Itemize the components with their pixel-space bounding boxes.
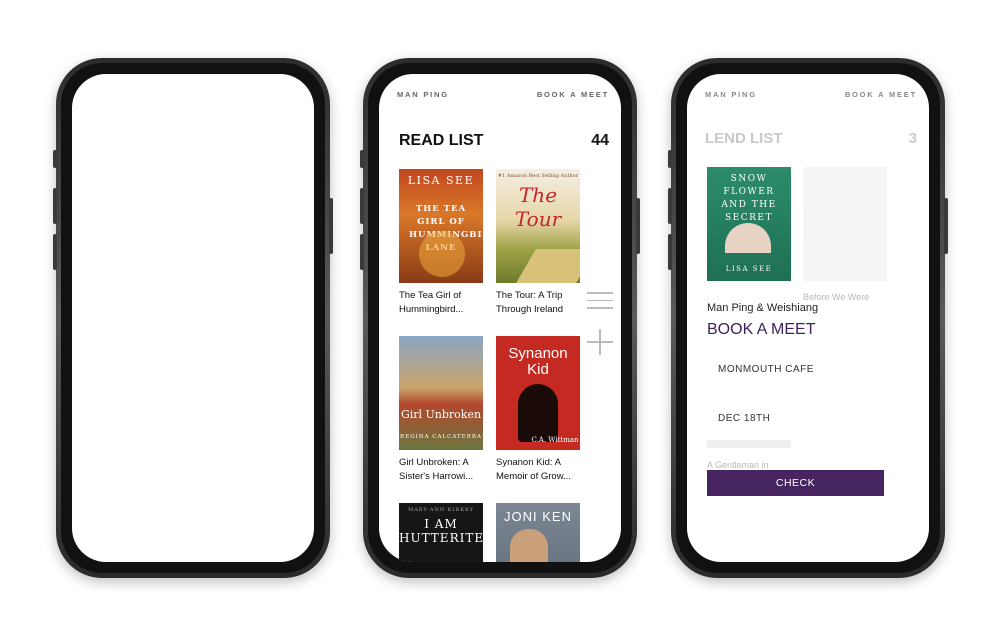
volume-up-button — [668, 188, 672, 224]
cover-title: The Tour — [514, 183, 562, 231]
read-count: 43 — [211, 288, 229, 305]
user-name: MAN PING — [155, 338, 231, 350]
book-item[interactable]: LISA SEE THE TEA GIRL OF HUMMINGBIRD LAN… — [399, 169, 483, 317]
mute-switch — [360, 150, 364, 168]
book-item[interactable]: Girl Unbroken REGINA CALCATERRA Girl Unb… — [399, 336, 483, 484]
phone-frame-welcome: BOOK A MEET 24 LEND 43 READ MAN PING Ent… — [53, 58, 333, 578]
book-title-line: Memoir of Grow... — [496, 471, 571, 482]
book-cover: LISA SEE THE TEA GIRL OF HUMMINGBIRD LAN… — [399, 169, 483, 283]
lend-count: 24 — [157, 288, 174, 305]
add-plus-icon[interactable] — [587, 329, 613, 355]
cover-silhouette — [518, 384, 558, 442]
volume-down-button — [53, 234, 57, 270]
top-bar: MAN PING BOOK A MEET — [705, 90, 917, 99]
lend-list-header: LEND LIST 3 — [705, 130, 917, 147]
cover-illustration — [419, 231, 465, 277]
book-title-line: Synanon Kid: A — [496, 457, 561, 468]
date-field[interactable]: DEC 18TH — [707, 397, 884, 440]
volume-down-button — [668, 234, 672, 270]
book-title-line: The Tea Girl of — [399, 290, 462, 301]
book-item[interactable]: MARY-ANN KIRKBY I AM HUTTERITE — [399, 503, 483, 562]
book-cover: #1 Amazon Best Selling Author The Tour — [496, 169, 580, 283]
book-title-line: The Tour: A Trip — [496, 290, 563, 301]
volume-down-button — [360, 234, 364, 270]
enter-button[interactable]: Enter — [179, 372, 207, 384]
phone-frame-book-meet: MAN PING BOOK A MEET LEND LIST 3 SNOW FL… — [668, 58, 948, 578]
book-cover: JONI KEN — [496, 503, 580, 562]
hamburger-menu-icon[interactable] — [587, 292, 613, 315]
book-item[interactable]: #1 Amazon Best Selling Author The Tour T… — [496, 169, 580, 317]
cover-author: REGINA CALCATERRA — [400, 434, 482, 440]
cover-author: #1 Amazon Best Selling Author — [497, 173, 579, 179]
power-button — [329, 198, 333, 254]
power-button — [944, 198, 948, 254]
volume-up-button — [360, 188, 364, 224]
book-item[interactable]: JONI KEN — [496, 503, 580, 562]
cover-author: MARY-ANN KIRKBY — [408, 507, 474, 513]
book-a-meet-link[interactable]: BOOK A MEET — [537, 90, 609, 99]
user-name-link[interactable]: MAN PING — [397, 90, 449, 99]
cover-title: JONI KEN — [504, 509, 572, 524]
cover-title: Synanon Kid — [508, 345, 568, 378]
faded-book-title: A Gentleman in — [707, 460, 769, 470]
meet-participants: Man Ping & Weishiang — [707, 302, 819, 314]
cover-author: LISA SEE — [725, 265, 773, 273]
cover-author: LISA SEE — [407, 174, 475, 187]
read-stat: 43 READ — [207, 288, 234, 320]
cover-road — [516, 249, 580, 283]
cover-title: I AM HUTTERITE — [399, 517, 483, 545]
book-title: Girl Unbroken: A Sister's Harrowi... — [399, 456, 483, 484]
book-title-line: Through Ireland — [496, 304, 564, 315]
read-list-screen: MAN PING BOOK A MEET READ LIST 44 LISA S… — [379, 74, 621, 562]
cover-title: Girl Unbroken — [400, 408, 482, 421]
welcome-screen: BOOK A MEET 24 LEND 43 READ MAN PING Ent… — [72, 74, 314, 562]
book-title: The Tea Girl of Hummingbird... — [399, 289, 483, 317]
app-title: BOOK A MEET — [128, 250, 258, 265]
faded-book-cover — [803, 167, 887, 281]
location-field[interactable]: MONMOUTH CAFE — [707, 348, 884, 391]
page-title: LEND LIST — [705, 130, 783, 147]
lend-label: LEND — [152, 311, 179, 320]
book-cover: MARY-ANN KIRKBY I AM HUTTERITE — [399, 503, 483, 562]
power-button — [636, 198, 640, 254]
book-meet-screen: MAN PING BOOK A MEET LEND LIST 3 SNOW FL… — [687, 74, 929, 562]
lend-stat: 24 LEND — [153, 288, 179, 320]
user-name-link[interactable]: MAN PING — [705, 90, 757, 99]
page-title: READ LIST — [399, 132, 484, 149]
mute-switch — [53, 150, 57, 168]
lend-list-count: 3 — [908, 130, 917, 147]
volume-up-button — [53, 188, 57, 224]
book-title-line: Sister's Harrowi... — [399, 471, 474, 482]
book-cover: Girl Unbroken REGINA CALCATERRA — [399, 336, 483, 450]
cover-author: C.A. Wittman — [531, 436, 579, 444]
top-bar: MAN PING BOOK A MEET — [397, 90, 609, 99]
stats-row: 24 LEND 43 READ — [72, 288, 314, 320]
book-item[interactable]: Synanon Kid C.A. Wittman Synanon Kid: A … — [496, 336, 580, 484]
mute-switch — [668, 150, 672, 168]
book-title-line: Hummingbird... — [399, 304, 464, 315]
book-a-meet-link[interactable]: BOOK A MEET — [845, 90, 917, 99]
book-cover: Synanon Kid C.A. Wittman — [496, 336, 580, 450]
book-title: The Tour: A Trip Through Ireland — [496, 289, 580, 317]
phone-frame-read-list: MAN PING BOOK A MEET READ LIST 44 LISA S… — [360, 58, 640, 578]
read-list-header: READ LIST 44 — [399, 132, 609, 150]
book-title: Synanon Kid: A Memoir of Grow... — [496, 456, 580, 484]
form-title: BOOK A MEET — [707, 321, 816, 338]
book-title-line: Girl Unbroken: A — [399, 457, 469, 468]
faded-book-title: Before We Were — [803, 292, 870, 302]
read-label: READ — [206, 311, 234, 320]
read-list-count: 44 — [591, 132, 609, 149]
check-button[interactable]: CHECK — [707, 470, 884, 496]
cover-face — [510, 529, 548, 562]
selected-book-cover[interactable]: SNOW FLOWER AND THE SECRET FAN LISA SEE — [707, 167, 791, 281]
